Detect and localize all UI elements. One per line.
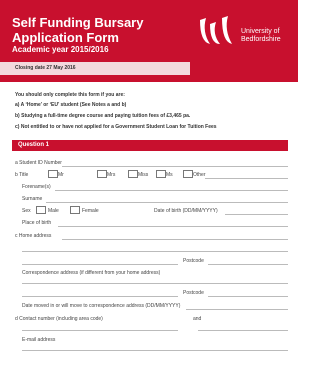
title-label: b Title	[15, 172, 29, 178]
title-miss-label: Miss	[138, 172, 149, 178]
correspondence-address-line-2[interactable]	[22, 296, 178, 297]
form-title: Self Funding Bursary Application Form	[12, 15, 143, 45]
contact-number-label: d Contact number (including area code)	[15, 316, 103, 322]
sex-male-checkbox[interactable]	[36, 206, 46, 214]
dob-field[interactable]	[225, 214, 288, 215]
title-other-field[interactable]	[205, 178, 288, 179]
correspondence-address-label: Correspondence address (if different fro…	[22, 270, 161, 276]
logo-line-1: University of	[241, 28, 280, 35]
eligibility-intro: You should only complete this form if yo…	[15, 92, 125, 98]
title-miss-checkbox[interactable]	[128, 170, 138, 178]
sex-label: Sex	[22, 208, 31, 214]
criterion-c: c) Not entitled to or have not applied f…	[15, 124, 217, 130]
academic-year: Academic year 2015/2016	[12, 45, 109, 54]
contact-number-field-2[interactable]	[198, 330, 288, 331]
home-postcode-field[interactable]	[208, 264, 288, 265]
university-logo-icon	[200, 16, 232, 44]
place-of-birth-label: Place of birth	[22, 220, 52, 226]
home-address-line-3[interactable]	[22, 264, 178, 265]
title-other-label: Other	[193, 172, 206, 178]
logo-line-2: Bedfordshire	[241, 36, 281, 43]
forenames-label: Forename(s)	[22, 184, 51, 190]
home-address-label: c Home address	[15, 233, 52, 239]
question-heading-bar	[12, 140, 288, 151]
contact-number-field-1[interactable]	[22, 330, 178, 331]
correspondence-address-line-1[interactable]	[22, 283, 288, 284]
sex-male-label: Male	[48, 208, 59, 214]
place-of-birth-field[interactable]	[58, 226, 288, 227]
forenames-field[interactable]	[55, 190, 288, 191]
title-line-1: Self Funding Bursary	[12, 15, 144, 30]
title-mrs-label: Mrs	[107, 172, 116, 178]
home-postcode-label: Postcode	[183, 258, 204, 264]
title-ms-label: Ms	[166, 172, 173, 178]
title-line-2: Application Form	[12, 30, 119, 45]
title-other-checkbox[interactable]	[183, 170, 193, 178]
email-label: E-mail address	[22, 337, 56, 343]
criterion-b: b) Studying a full-time degree course an…	[15, 113, 191, 119]
correspondence-postcode-field[interactable]	[208, 296, 288, 297]
surname-field[interactable]	[46, 202, 288, 203]
university-name: University of Bedfordshire	[241, 28, 281, 44]
title-mr-label: Mr	[58, 172, 64, 178]
criterion-a: a) A ‘Home’ or ‘EU’ student (See Notes a…	[15, 102, 127, 108]
date-moved-field[interactable]	[186, 309, 288, 310]
title-mrs-checkbox[interactable]	[97, 170, 107, 178]
application-form-page: Self Funding Bursary Application Form Ac…	[0, 0, 298, 386]
title-mr-checkbox[interactable]	[48, 170, 58, 178]
home-address-line-1[interactable]	[62, 239, 288, 240]
surname-label: Surname	[22, 196, 43, 202]
question-heading: Question 1	[18, 142, 50, 148]
sex-female-label: Female	[82, 208, 99, 214]
email-field[interactable]	[22, 350, 288, 351]
sex-female-checkbox[interactable]	[70, 206, 80, 214]
student-id-field[interactable]	[62, 166, 288, 167]
contact-and-label: and	[193, 316, 202, 322]
correspondence-postcode-label: Postcode	[183, 290, 204, 296]
home-address-line-2[interactable]	[22, 251, 288, 252]
student-id-label: a Student ID Number	[15, 160, 62, 166]
closing-date: Closing date 27 May 2016	[15, 65, 76, 71]
dob-label: Date of birth (DD/MM/YYYY)	[154, 208, 218, 214]
date-moved-label: Date moved in or will move to correspond…	[22, 303, 181, 309]
title-ms-checkbox[interactable]	[156, 170, 166, 178]
